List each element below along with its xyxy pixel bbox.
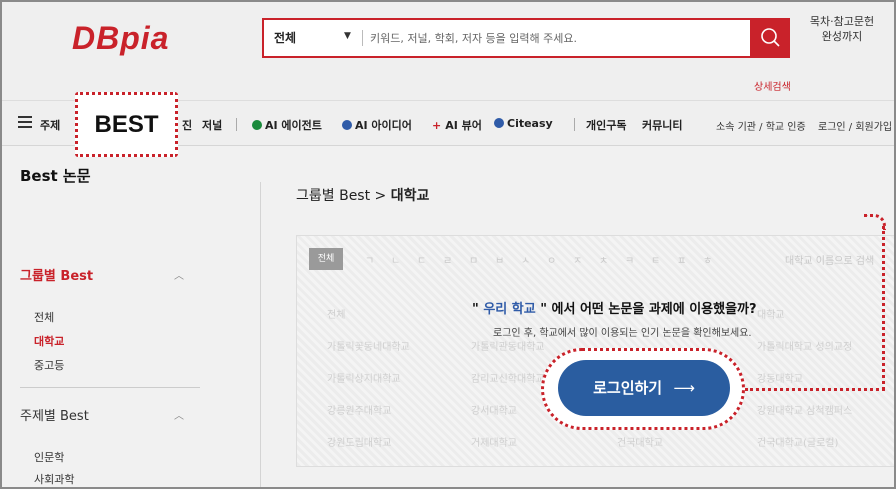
chip[interactable]: ㅌ xyxy=(651,252,660,267)
sidebar-item-all[interactable]: 전체 xyxy=(34,309,54,325)
login-prompt-title: " 우리 학교 " 에서 어떤 논문을 과제에 이용했을까? xyxy=(472,298,757,317)
university-item[interactable]: 강릉원주대학교 xyxy=(327,402,391,417)
university-item[interactable]: 강원도립대학교 xyxy=(327,434,391,449)
search-button[interactable] xyxy=(750,18,790,58)
nav-subject[interactable]: 주제 xyxy=(40,117,60,133)
chip[interactable]: ㅋ xyxy=(625,252,634,267)
login-button[interactable]: 로그인하기 ⟶ xyxy=(558,360,730,416)
plus-icon: + xyxy=(432,119,442,132)
nav-citeasy[interactable]: Citeasy xyxy=(494,117,553,130)
advanced-search-link[interactable]: 상세검색 xyxy=(754,78,791,93)
toc-search-link[interactable]: 목차·참고문헌 완성까지 xyxy=(800,14,884,44)
nav-divider xyxy=(574,118,575,131)
dbpia-logo[interactable]: DBpia xyxy=(72,20,169,57)
sidebar-item-humanities[interactable]: 인문학 xyxy=(34,449,64,465)
university-item[interactable]: 강서대학교 xyxy=(471,402,517,417)
toc-line-2: 완성까지 xyxy=(821,30,863,43)
chip[interactable]: ㅊ xyxy=(599,252,608,267)
arrow-right-icon: ⟶ xyxy=(673,379,695,397)
university-item[interactable]: 가톨릭상지대학교 xyxy=(327,370,401,385)
nav-login-join[interactable]: 로그인 / 회원가입 xyxy=(818,118,892,133)
chip[interactable]: ㅁ xyxy=(469,252,478,267)
quote-open: " xyxy=(472,302,479,317)
sidebar-topic-best[interactable]: 주제별 Best xyxy=(20,405,89,424)
sidebar-separator xyxy=(20,387,200,388)
search-bar: 전체 ▼ 키워드, 저널, 학회, 저자 등을 입력해 주세요. xyxy=(262,18,790,58)
university-item[interactable]: 대학교 xyxy=(757,306,785,321)
ai-idea-icon xyxy=(342,120,352,130)
menu-icon[interactable] xyxy=(18,116,32,128)
nav-citeasy-label: Citeasy xyxy=(507,117,553,130)
nav-ai-viewer[interactable]: + AI 뷰어 xyxy=(432,117,482,133)
chip[interactable]: ㅍ xyxy=(677,252,686,267)
chip[interactable]: ㅂ xyxy=(495,252,504,267)
nav-ai-viewer-label: AI 뷰어 xyxy=(445,119,482,132)
citeasy-icon xyxy=(494,118,504,128)
university-item[interactable]: 가톨릭대학교 성의교정 xyxy=(757,338,852,353)
sidebar-item-highschool[interactable]: 중고등 xyxy=(34,357,64,373)
ai-agent-icon xyxy=(252,120,262,130)
university-item[interactable]: 가톨릭꽃동네대학교 xyxy=(327,338,410,353)
toc-line-1: 목차·참고문헌 xyxy=(809,15,875,28)
university-item[interactable]: 가톨릭관동대학교 xyxy=(471,338,545,353)
nav-journal[interactable]: 저널 xyxy=(202,117,222,133)
question-rest: " 에서 어떤 논문을 과제에 이용했을까? xyxy=(540,302,757,317)
university-item[interactable]: 거제대학교 xyxy=(471,434,517,449)
university-item[interactable]: 건국대학교(글로컬) xyxy=(757,434,838,449)
nav-community[interactable]: 커뮤니티 xyxy=(642,117,682,133)
page-frame: DBpia 전체 ▼ 키워드, 저널, 학회, 저자 등을 입력해 주세요. 목… xyxy=(0,0,896,489)
nav-divider xyxy=(236,118,237,131)
best-menu-label: BEST xyxy=(94,111,159,138)
university-item[interactable]: 건국대학교 xyxy=(617,434,663,449)
nav-ai-idea-label: AI 아이디어 xyxy=(355,119,412,132)
chip[interactable]: ㄷ xyxy=(417,252,426,267)
search-divider xyxy=(362,30,363,46)
chip[interactable]: ㅇ xyxy=(547,252,556,267)
breadcrumb-prefix: 그룹별 Best > xyxy=(296,188,387,204)
university-item[interactable]: 전체 xyxy=(327,306,345,321)
university-item[interactable]: 강원대학교 삼척캠퍼스 xyxy=(757,402,852,417)
sidebar-item-university[interactable]: 대학교 xyxy=(34,333,64,349)
nav-ai-agent-label: AI 에이전트 xyxy=(265,119,322,132)
chip[interactable]: ㄱ xyxy=(365,252,374,267)
chip[interactable]: ㅈ xyxy=(573,252,582,267)
breadcrumb: 그룹별 Best > 대학교 xyxy=(296,185,429,205)
university-search-hint[interactable]: 대학교 이름으로 검색 xyxy=(785,252,874,267)
university-item[interactable]: 감리교신학대학교 xyxy=(471,370,545,385)
breadcrumb-current: 대학교 xyxy=(390,188,430,204)
chip[interactable]: ㄴ xyxy=(391,252,400,267)
login-button-label: 로그인하기 xyxy=(593,379,663,397)
sidebar-divider xyxy=(260,182,261,487)
chip[interactable]: ㅅ xyxy=(521,252,530,267)
chevron-up-icon[interactable]: ︿ xyxy=(174,407,184,422)
university-item[interactable]: 강동대학교 xyxy=(757,370,803,385)
sidebar-item-social-science[interactable]: 사회과학 xyxy=(34,471,74,487)
login-prompt-subtitle: 로그인 후, 학교에서 많이 이용되는 인기 논문을 확인해보세요. xyxy=(493,328,752,339)
callout-connector xyxy=(882,226,885,390)
nav-institution-auth[interactable]: 소속 기관 / 학교 인증 xyxy=(716,118,806,133)
search-icon xyxy=(761,28,780,47)
our-school-highlight: 우리 학교 xyxy=(483,302,536,317)
search-category-select[interactable]: 전체 xyxy=(274,29,296,46)
nav-personal-subscription[interactable]: 개인구독 xyxy=(586,117,626,133)
chip[interactable]: ㅎ xyxy=(703,252,712,267)
nav-zine[interactable]: 진 xyxy=(182,117,192,133)
chevron-up-icon[interactable]: ︿ xyxy=(174,267,184,282)
header: DBpia 전체 ▼ 키워드, 저널, 학회, 저자 등을 입력해 주세요. 목… xyxy=(2,2,894,100)
callout-connector xyxy=(864,214,886,230)
caret-down-icon[interactable]: ▼ xyxy=(344,31,351,41)
chip[interactable]: ㄹ xyxy=(443,252,452,267)
sidebar-group-best[interactable]: 그룹별 Best xyxy=(20,265,93,284)
nav-ai-idea[interactable]: AI 아이디어 xyxy=(342,117,412,133)
callout-connector xyxy=(745,388,885,391)
sidebar: Best 논문 그룹별 Best ︿ 전체 대학교 중고등 주제별 Best ︿… xyxy=(2,147,262,487)
sidebar-title: Best 논문 xyxy=(20,167,91,185)
initial-filter: 전체 ㄱ ㄴ ㄷ ㄹ ㅁ ㅂ ㅅ ㅇ ㅈ ㅊ ㅋ ㅌ ㅍ ㅎ 대학교 이름으로 … xyxy=(309,248,889,270)
nav-ai-agent[interactable]: AI 에이전트 xyxy=(252,117,322,133)
chip-all[interactable]: 전체 xyxy=(309,248,343,270)
search-input[interactable]: 키워드, 저널, 학회, 저자 등을 입력해 주세요. xyxy=(370,30,577,46)
